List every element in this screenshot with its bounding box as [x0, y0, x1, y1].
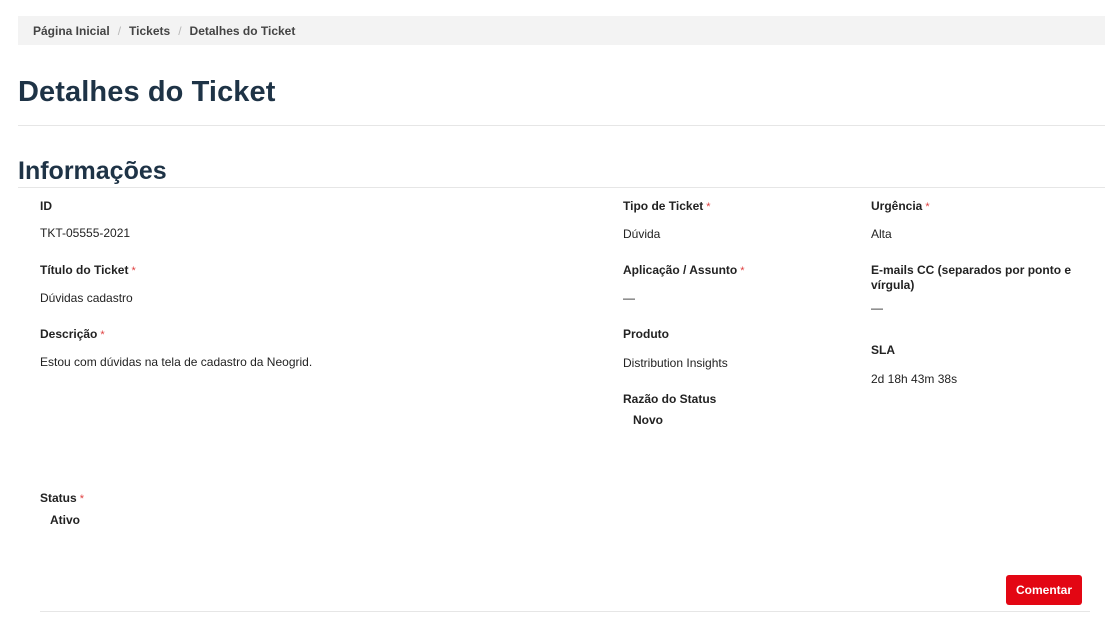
breadcrumb-home[interactable]: Página Inicial [33, 24, 110, 38]
field-value: Ativo [50, 513, 80, 527]
required-marker: * [706, 201, 711, 213]
field-ticket-type: Tipo de Ticket * Dúvida [623, 199, 711, 242]
field-label: Status * [40, 491, 84, 505]
page-title: Detalhes do Ticket [18, 76, 276, 108]
field-value: — [871, 301, 883, 315]
footer-divider [40, 611, 1090, 612]
field-label: Tipo de Ticket * [623, 199, 711, 213]
field-product: Produto Distribution Insights [623, 327, 728, 371]
field-value: Dúvidas cadastro [40, 291, 133, 305]
required-marker: * [79, 493, 84, 505]
ticket-details-page: Página Inicial / Tickets / Detalhes do T… [0, 0, 1113, 624]
field-label: Urgência * [871, 199, 930, 213]
field-value: 2d 18h 43m 38s [871, 372, 958, 386]
field-label: Aplicação / Assunto * [623, 263, 745, 277]
section-divider [18, 187, 1105, 188]
field-sla: SLA 2d 18h 43m 38s [871, 343, 957, 387]
field-value: Alta [871, 227, 892, 241]
breadcrumb-tickets[interactable]: Tickets [129, 24, 170, 38]
field-label: Descrição * [40, 327, 105, 341]
field-label: E-mails CC (separados por ponto e vírgul… [871, 263, 1072, 292]
required-marker: * [131, 265, 136, 277]
field-label: Razão do Status [623, 392, 717, 406]
required-marker: * [925, 201, 930, 213]
field-status-reason: Razão do Status Novo [623, 392, 716, 428]
field-urgency: Urgência * Alta [871, 199, 930, 242]
field-label: Produto [623, 327, 669, 341]
field-value: Dúvida [623, 227, 661, 241]
field-ticket-title: Título do Ticket * Dúvidas cadastro [40, 263, 136, 306]
field-label: ID [40, 199, 52, 213]
field-value: Novo [633, 413, 663, 427]
field-description: Descrição * Estou com dúvidas na tela de … [40, 327, 560, 370]
field-value: Estou com dúvidas na tela de cadastro da… [40, 355, 313, 369]
required-marker: * [740, 265, 745, 277]
breadcrumb-separator: / [178, 23, 182, 38]
breadcrumb-separator: / [117, 23, 122, 38]
section-title: Informações [18, 157, 167, 185]
field-cc-emails: E-mails CC (separados por ponto e vírgul… [871, 263, 1091, 316]
field-value: Distribution Insights [623, 356, 728, 370]
field-value: TKT-05555-2021 [40, 226, 131, 240]
title-divider [18, 125, 1105, 126]
field-status: Status * Ativo [40, 491, 84, 528]
breadcrumb: Página Inicial / Tickets / Detalhes do T… [18, 16, 1105, 45]
breadcrumb-current: Detalhes do Ticket [189, 23, 296, 38]
field-label: Título do Ticket * [40, 263, 136, 277]
field-application-subject: Aplicação / Assunto * — [623, 263, 745, 306]
required-marker: * [100, 329, 105, 341]
comment-button[interactable]: Comentar [1006, 575, 1082, 605]
field-value: — [623, 291, 635, 305]
field-label: SLA [871, 343, 895, 357]
field-id: ID TKT-05555-2021 [40, 199, 130, 241]
